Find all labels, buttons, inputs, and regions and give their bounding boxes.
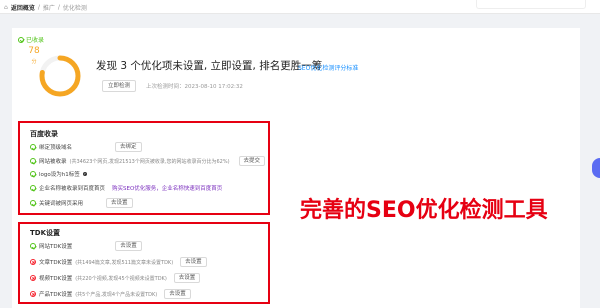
list-item: 网站被收录 (共34623个网页,发现21513个网页被收录,您的网站收录百分比…: [30, 156, 266, 166]
list-item: 文章TDK设置 (共1494篇文章,发现511篇文章未设置TDK) 去设置: [30, 257, 207, 267]
row-label: 网站被收录: [39, 159, 67, 165]
tdk-section: TDK设置 网站TDK设置 去设置 文章TDK设置 (共1494篇文章,发现51…: [18, 222, 270, 304]
row-label: logo设为h1标签: [39, 172, 80, 178]
list-item: 视频TDK设置 (共220个视频,发现45个视频未设置TDK) 去设置: [30, 273, 201, 283]
row-note: (共34623个网页,发现21513个网页被收录,您的网站收录百分比为62%): [69, 158, 230, 165]
list-item: 绑定顶级域名 去绑定: [30, 142, 142, 152]
close-circle-icon: [30, 259, 36, 265]
list-item: logo设为h1标签 ?: [30, 170, 87, 178]
row-label: 网站TDK设置: [39, 244, 73, 250]
row-label: 产品TDK设置: [39, 292, 73, 298]
summary-headline: 发现 3 个优化项未设置, 立即设置, 排名更胜一筹: [96, 60, 323, 72]
row-note: (共5个产品,发现4个产品未设置TDK): [75, 291, 158, 298]
check-circle-icon: [30, 144, 36, 150]
breadcrumb-separator: /: [37, 4, 40, 11]
score-standard-link[interactable]: SEO优化检测评分标准: [298, 63, 358, 72]
row-note: (共1494篇文章,发现511篇文章未设置TDK): [75, 259, 174, 266]
index-status-label: 已收录: [26, 37, 45, 44]
row-label: 关键词被网页采用: [39, 201, 84, 207]
breadcrumb-level2: 优化检测: [62, 5, 87, 12]
seo-service-link[interactable]: 购买SEO优化服务，企业名称快速到百度首页: [112, 184, 222, 192]
set-article-tdk-button[interactable]: 去设置: [180, 257, 207, 267]
check-circle-icon: [30, 200, 36, 206]
section-title: 百度收录: [30, 130, 58, 138]
breadcrumb-level1[interactable]: 推广: [43, 3, 55, 12]
close-circle-icon: [30, 291, 36, 297]
row-label: 企业名称被收录到百度首页: [39, 186, 106, 192]
detect-now-button[interactable]: 立即检测: [102, 80, 137, 92]
list-item: 网站TDK设置 去设置: [30, 241, 142, 251]
promo-overlay-text: 完善的SEO优化检测工具: [300, 198, 548, 223]
check-circle-icon: [30, 185, 36, 191]
breadcrumb-home[interactable]: 返回概览: [11, 3, 35, 12]
check-circle-icon: [30, 171, 36, 177]
set-video-tdk-button[interactable]: 去设置: [173, 273, 201, 283]
top-right-box[interactable]: [476, 0, 586, 9]
row-label: 文章TDK设置: [39, 260, 73, 266]
submit-button[interactable]: 去提交: [238, 156, 266, 166]
baidu-index-section: 百度收录 绑定顶级域名 去绑定 网站被收录 (共34623个网页,发现21513…: [18, 121, 270, 215]
check-circle-icon: [18, 36, 24, 43]
score-value: 78分: [28, 46, 40, 65]
home-icon[interactable]: ⌂: [4, 4, 8, 11]
row-note: (共220个视频,发现45个视频未设置TDK): [75, 275, 167, 282]
row-label: 绑定顶级域名: [39, 145, 73, 151]
side-float-button[interactable]: [592, 158, 600, 178]
breadcrumb-separator: /: [57, 4, 60, 11]
top-bar: ⌂ 返回概览 / 推广 / 优化检测: [0, 0, 600, 14]
section-title: TDK设置: [30, 229, 61, 237]
set-site-tdk-button[interactable]: 去设置: [115, 241, 142, 251]
row-label: 视频TDK设置: [39, 276, 73, 282]
list-item: 关键词被网页采用 去设置: [30, 198, 133, 208]
index-status: 已收录: [18, 35, 44, 44]
set-keyword-button[interactable]: 去设置: [106, 198, 133, 208]
last-detect-time: 上次检测时间：2023-08-10 17:02:32: [146, 84, 243, 90]
close-circle-icon: [30, 275, 36, 281]
question-icon[interactable]: ?: [82, 172, 87, 176]
list-item: 企业名称被收录到百度首页 购买SEO优化服务，企业名称快速到百度首页: [30, 184, 222, 192]
set-product-tdk-button[interactable]: 去设置: [164, 289, 191, 299]
check-circle-icon: [30, 158, 36, 164]
score-gauge: [39, 55, 81, 97]
bind-domain-button[interactable]: 去绑定: [115, 142, 142, 152]
check-circle-icon: [30, 243, 36, 249]
breadcrumb: ⌂ 返回概览 / 推广 / 优化检测: [4, 3, 87, 12]
list-item: 产品TDK设置 (共5个产品,发现4个产品未设置TDK) 去设置: [30, 289, 191, 299]
